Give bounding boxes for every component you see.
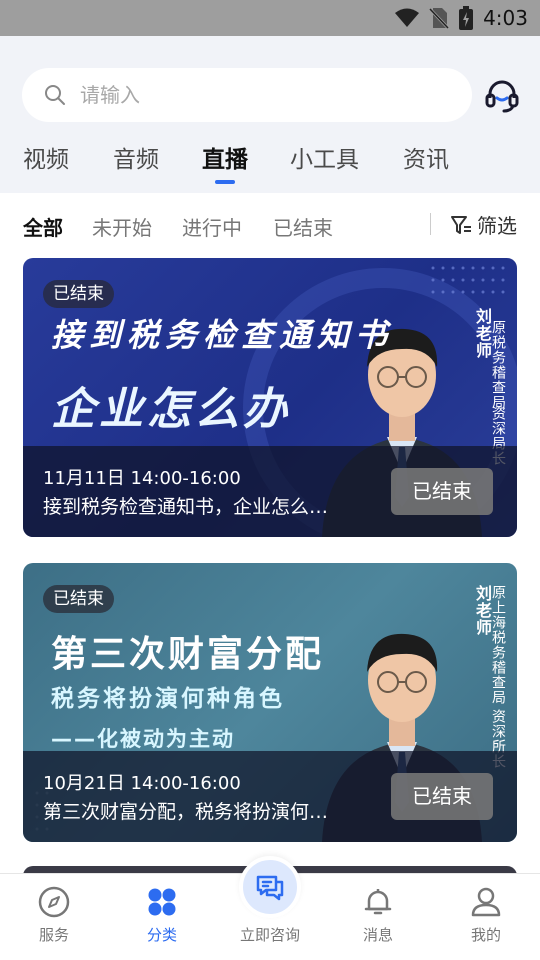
- nav-consult-label: 立即咨询: [239, 926, 300, 944]
- ended-button[interactable]: 已结束: [391, 468, 493, 515]
- user-icon: [471, 887, 501, 917]
- filter-divider: [430, 213, 431, 235]
- banner-headline: 第三次财富分配: [51, 634, 325, 675]
- search-bar[interactable]: [22, 68, 472, 122]
- filter-button[interactable]: 筛选: [450, 210, 517, 239]
- nav-messages-label: 消息: [362, 926, 393, 944]
- tab-audio[interactable]: 音频: [113, 140, 159, 174]
- nav-category[interactable]: 分类: [108, 874, 216, 960]
- tab-video[interactable]: 视频: [23, 140, 69, 174]
- compass-icon: [38, 886, 70, 918]
- nav-messages[interactable]: 消息: [324, 874, 432, 960]
- live-card[interactable]: 刘老师 原税务稽查局 资深局长 已结束 接到税务检查通知书 企业怎么办 11月1…: [23, 258, 517, 537]
- status-icons: 4:03: [395, 6, 528, 30]
- live-card[interactable]: 刘老师 原上海税务稽查局 资深所长 已结束 第三次财富分配 税务将扮演何种角色 …: [23, 563, 517, 842]
- chat-icon: [256, 875, 284, 901]
- wifi-icon: [395, 8, 420, 27]
- nav-profile[interactable]: 我的: [432, 874, 540, 960]
- tab-live[interactable]: 直播: [202, 140, 248, 174]
- speaker-title: 原上海税务稽查局: [490, 585, 506, 705]
- status-bar: 4:03: [0, 0, 540, 36]
- tab-news[interactable]: 资讯: [403, 140, 449, 174]
- banner-subheadline: 税务将扮演何种角色: [51, 686, 285, 712]
- banner-tagline: ——化被动为主动: [51, 727, 235, 751]
- live-title: 接到税务检查通知书，企业怎么…: [43, 496, 329, 518]
- speaker-title: 原税务稽查局: [490, 320, 506, 410]
- nav-category-label: 分类: [146, 926, 177, 944]
- tab-tools[interactable]: 小工具: [290, 140, 359, 174]
- ended-button[interactable]: 已结束: [391, 773, 493, 820]
- card-info-overlay: 10月21日 14:00-16:00 第三次财富分配，税务将扮演何… 已结束: [23, 751, 517, 842]
- filter-button-label: 筛选: [477, 214, 517, 238]
- filter-bar: 全部 未开始 进行中 已结束 筛选: [0, 193, 540, 255]
- live-title: 第三次财富分配，税务将扮演何…: [43, 801, 329, 823]
- nav-service-label: 服务: [38, 926, 69, 944]
- category-tabs: 视频 音频 直播 小工具 资讯: [0, 136, 540, 186]
- no-sim-icon: [429, 7, 450, 29]
- active-tab-indicator: [215, 180, 235, 184]
- header: 视频 音频 直播 小工具 资讯: [0, 36, 540, 193]
- nav-profile-label: 我的: [470, 926, 501, 944]
- filter-ended[interactable]: 已结束: [273, 212, 333, 241]
- card-info-overlay: 11月11日 14:00-16:00 接到税务检查通知书，企业怎么… 已结束: [23, 446, 517, 537]
- nav-service[interactable]: 服务: [0, 874, 108, 960]
- filter-all[interactable]: 全部: [23, 212, 63, 241]
- customer-service-icon[interactable]: [484, 78, 520, 114]
- banner-subheadline: 企业怎么办: [51, 384, 291, 435]
- search-icon: [45, 85, 65, 105]
- banner-headline: 接到税务检查通知书: [51, 316, 394, 354]
- filter-not-started[interactable]: 未开始: [92, 212, 152, 241]
- grid-icon: [148, 888, 176, 916]
- live-time: 10月21日 14:00-16:00: [43, 773, 241, 794]
- live-time: 11月11日 14:00-16:00: [43, 468, 241, 489]
- status-badge: 已结束: [43, 280, 114, 308]
- search-input[interactable]: [80, 83, 440, 107]
- battery-icon: [459, 6, 474, 30]
- status-time: 4:03: [483, 6, 528, 30]
- filter-icon: [451, 215, 471, 234]
- status-badge: 已结束: [43, 585, 114, 613]
- filter-in-progress[interactable]: 进行中: [182, 212, 242, 241]
- consult-button[interactable]: [239, 856, 301, 918]
- bell-icon: [364, 889, 392, 915]
